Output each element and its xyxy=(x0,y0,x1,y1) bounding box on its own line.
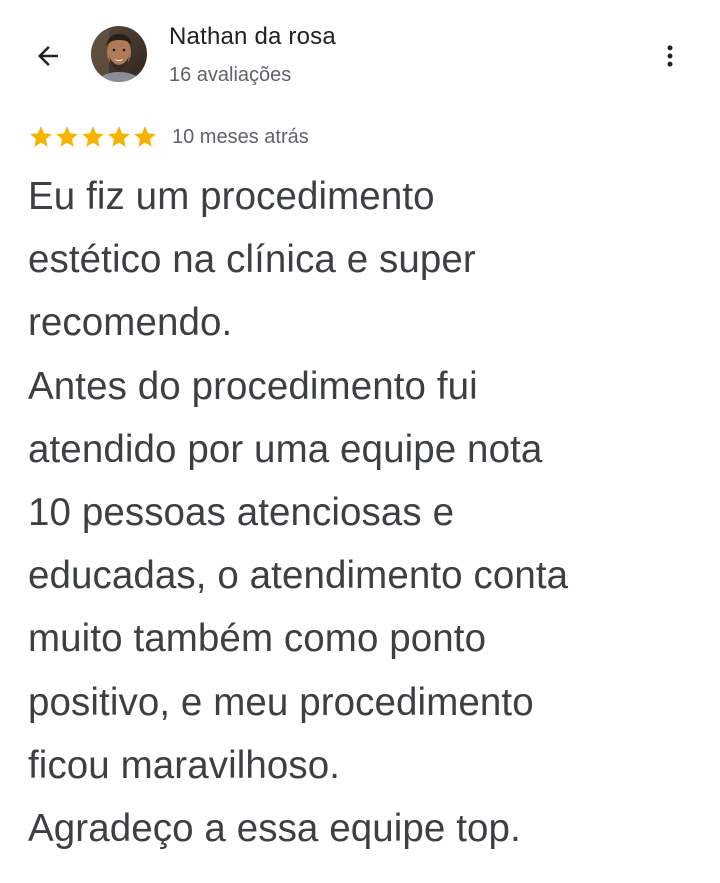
back-button[interactable] xyxy=(28,36,68,76)
star-rating xyxy=(28,124,158,150)
arrow-back-icon xyxy=(38,46,58,66)
review-text-line: Antes do procedimento fui xyxy=(28,364,478,408)
star-icon xyxy=(56,126,78,147)
more-options-button[interactable] xyxy=(650,34,690,78)
review-text-line: recomendo. xyxy=(28,301,233,345)
star-icon xyxy=(134,126,156,147)
review-text-line: educadas, o atendimento conta xyxy=(28,554,569,598)
review-count: 16 avaliações xyxy=(169,64,292,86)
review-text: Eu fiz um procedimento estético na clínic… xyxy=(28,165,698,860)
star-icon xyxy=(108,126,130,147)
avatar[interactable] xyxy=(91,26,147,82)
rating-row: 10 meses atrás xyxy=(28,122,309,152)
review-text-line: ficou maravilhoso. xyxy=(28,743,341,787)
star-icon xyxy=(30,126,52,147)
review-text-line: 10 pessoas atenciosas e xyxy=(28,491,455,535)
review-text-line: positivo, e meu procedimento xyxy=(28,680,534,724)
review-text-line: estético na clínica e super xyxy=(28,238,476,282)
more-vert-icon xyxy=(667,45,673,67)
star-icon xyxy=(82,126,104,147)
review-date: 10 meses atrás xyxy=(172,125,309,148)
avatar-photo xyxy=(91,26,147,82)
review-header: Nathan da rosa 16 avaliações xyxy=(0,0,720,110)
review-text-line: atendido por uma equipe nota xyxy=(28,427,543,471)
review-text-line: Eu fiz um procedimento xyxy=(28,175,435,218)
review-text-line: Agradeço a essa equipe top. xyxy=(28,807,521,851)
author-name[interactable]: Nathan da rosa xyxy=(169,23,336,51)
review-text-line: muito também como ponto xyxy=(28,617,487,661)
